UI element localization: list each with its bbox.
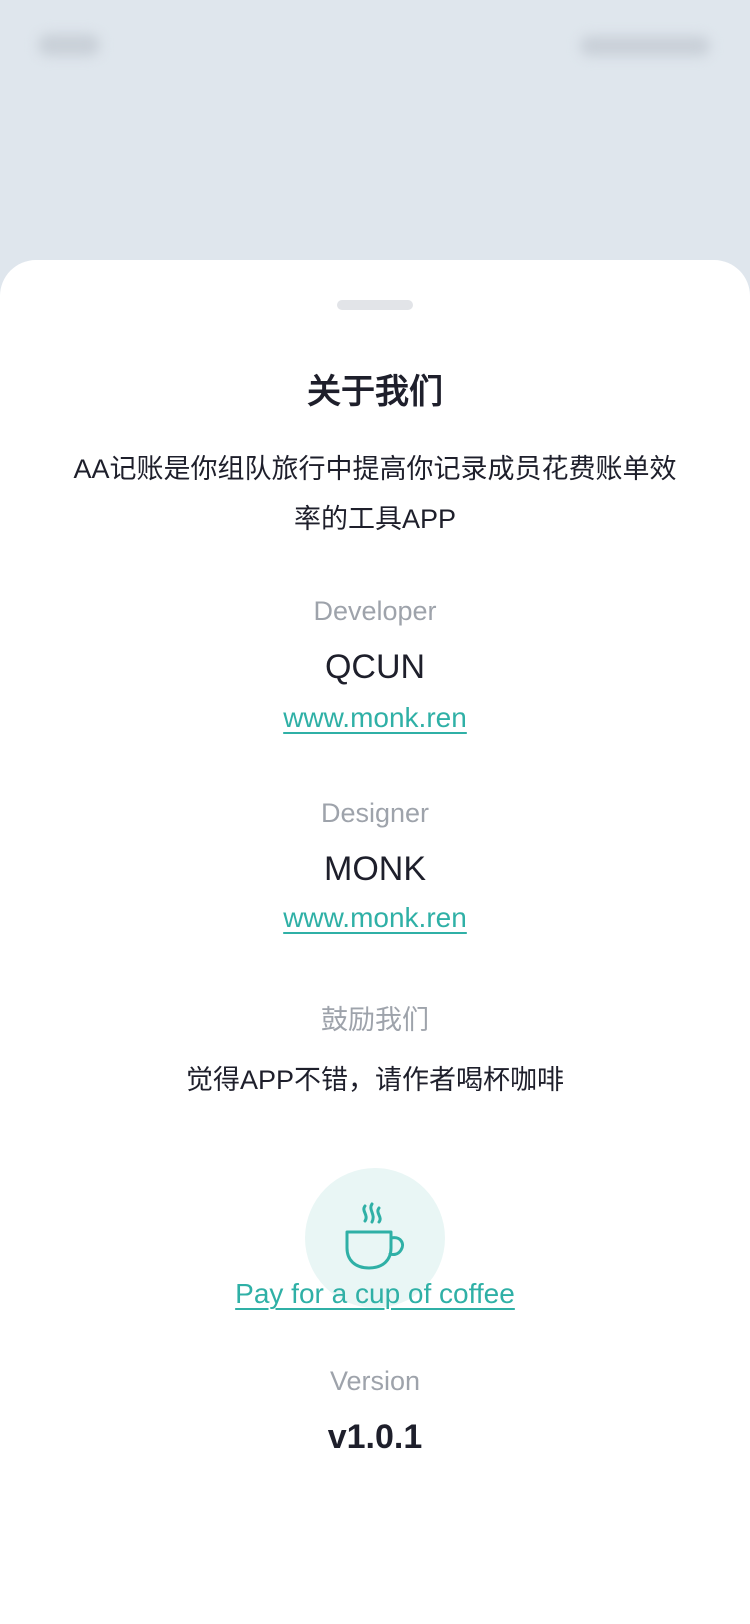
coffee-link-text[interactable]: Pay for a cup of coffee [235, 1278, 515, 1309]
designer-name: MONK [324, 850, 426, 888]
coffee-link[interactable]: Pay for a cup of coffee [0, 1278, 750, 1310]
version-label: Version [329, 1366, 421, 1396]
status-time [38, 34, 100, 56]
support-text: 觉得APP不错，请作者喝杯咖啡 [185, 1065, 565, 1095]
status-icons [580, 36, 710, 56]
designer-link[interactable]: www.monk.ren [0, 902, 750, 934]
developer-link-text[interactable]: www.monk.ren [283, 702, 467, 733]
support-label: 鼓励我们 [321, 1005, 429, 1035]
developer-name: QCUN [324, 648, 426, 686]
sheet-title: 关于我们 [307, 373, 443, 411]
version-value: v1.0.1 [327, 1418, 423, 1456]
developer-link[interactable]: www.monk.ren [0, 702, 750, 734]
designer-label: Designer [320, 798, 430, 828]
designer-link-text[interactable]: www.monk.ren [283, 902, 467, 933]
app-description: AA记账是你组队旅行中提高你记录成员花费账单效率的工具APP [73, 454, 677, 534]
about-sheet: 关于我们 AA记账是你组队旅行中提高你记录成员花费账单效率的工具APP Deve… [0, 260, 750, 1624]
coffee-cup-icon [345, 1202, 405, 1270]
sheet-drag-handle[interactable] [337, 300, 413, 310]
status-bar [0, 0, 750, 90]
developer-label: Developer [313, 596, 437, 626]
